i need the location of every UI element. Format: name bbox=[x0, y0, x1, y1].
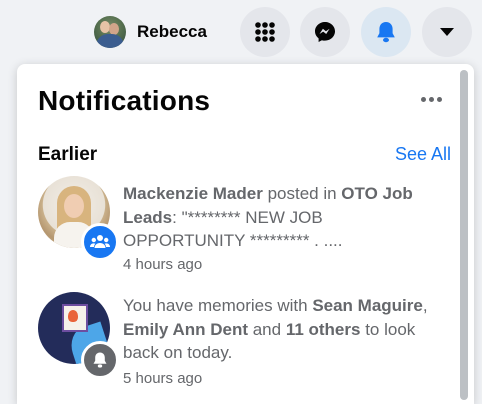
notifications-button[interactable] bbox=[361, 7, 411, 57]
notification-text: You have memories with Sean Maguire, Emi… bbox=[123, 294, 445, 365]
notification-item[interactable]: You have memories with Sean Maguire, Emi… bbox=[17, 288, 457, 398]
others-count: 11 others bbox=[285, 319, 361, 339]
group-badge bbox=[81, 223, 119, 261]
actor-name: Mackenzie Mader bbox=[123, 184, 263, 203]
profile-name: Rebecca bbox=[137, 22, 207, 41]
caret-down-icon bbox=[440, 28, 454, 36]
notification-verb: posted in bbox=[262, 184, 342, 203]
see-all-link[interactable]: See All bbox=[395, 144, 451, 165]
timestamp: 5 hours ago bbox=[123, 370, 203, 387]
account-menu-button[interactable] bbox=[422, 7, 472, 57]
page-title: Notifications bbox=[38, 85, 211, 116]
friend-name: Sean Maguire bbox=[312, 296, 423, 315]
friend-name: Emily Ann Dent bbox=[123, 319, 248, 339]
memory-prefix: You have memories with bbox=[123, 296, 313, 315]
messenger-button[interactable] bbox=[300, 7, 350, 57]
notification-text: Mackenzie Mader posted in OTO Job Leads:… bbox=[123, 182, 445, 253]
menu-button[interactable] bbox=[240, 7, 290, 57]
bell-badge bbox=[81, 341, 119, 379]
section-title: Earlier bbox=[38, 144, 98, 165]
avatar bbox=[94, 16, 126, 48]
top-navigation-bar: Rebecca bbox=[0, 0, 482, 62]
notifications-panel: Notifications Earlier See All Mackenzie … bbox=[17, 64, 474, 404]
more-options-button[interactable] bbox=[417, 88, 445, 110]
bell-icon bbox=[377, 22, 395, 43]
more-dots-icon bbox=[419, 96, 443, 102]
separator: , bbox=[422, 296, 428, 315]
profile-link[interactable]: Rebecca bbox=[94, 14, 207, 50]
scrollbar[interactable] bbox=[460, 70, 468, 400]
separator: and bbox=[248, 319, 286, 339]
timestamp: 4 hours ago bbox=[123, 256, 203, 273]
menu-grid-icon bbox=[255, 22, 275, 42]
notification-item[interactable]: Mackenzie Mader posted in OTO Job Leads:… bbox=[17, 172, 457, 273]
group-icon bbox=[90, 235, 110, 248]
bell-icon bbox=[93, 352, 107, 368]
messenger-icon bbox=[315, 22, 335, 42]
